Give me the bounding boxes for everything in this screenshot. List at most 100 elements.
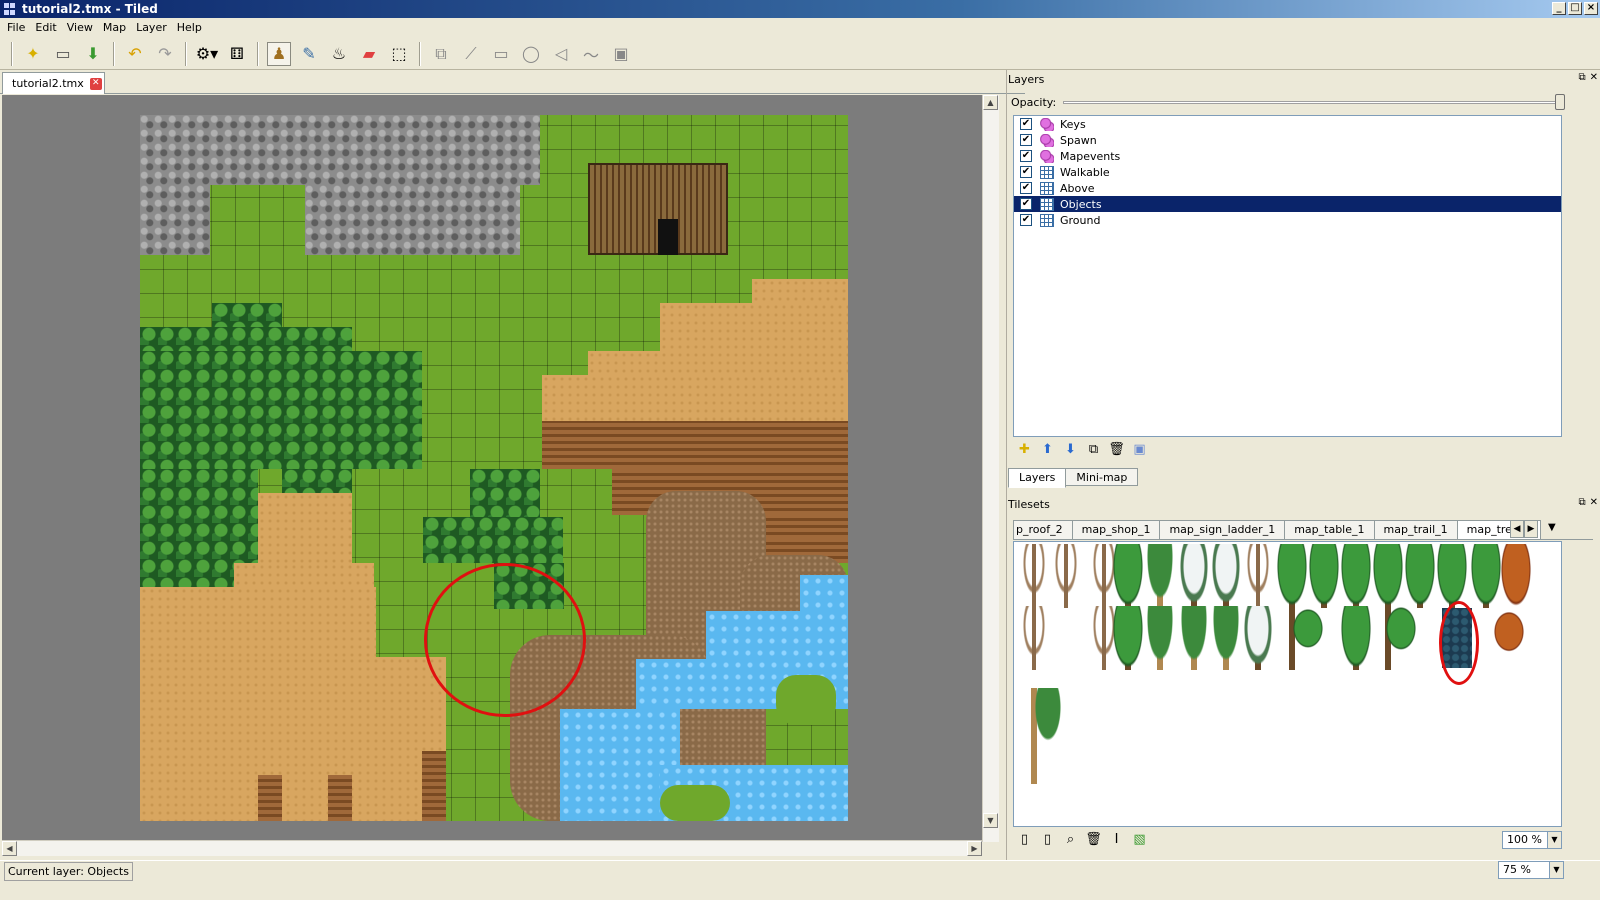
insert-rectangle-icon[interactable]: ▭	[489, 42, 513, 66]
layer-row-walkable[interactable]: ✔ Walkable	[1014, 164, 1561, 180]
new-file-icon[interactable]: ✦	[21, 42, 45, 66]
scroll-left-icon[interactable]: ◀	[2, 841, 17, 856]
tile[interactable]	[1242, 544, 1274, 608]
eraser-icon[interactable]: ▰	[357, 42, 381, 66]
maximize-button[interactable]: □	[1568, 2, 1582, 15]
visibility-checkbox[interactable]: ✔	[1020, 214, 1032, 226]
tab-mini-map[interactable]: Mini-map	[1065, 468, 1139, 486]
bucket-fill-icon[interactable]: ♨	[327, 42, 351, 66]
select-objects-icon[interactable]: ⧉	[429, 42, 453, 66]
tileset-tab[interactable]: map_shop_1	[1071, 520, 1161, 539]
tile[interactable]	[1178, 606, 1210, 670]
tile[interactable]	[1210, 544, 1242, 608]
insert-polyline-icon[interactable]: 〜	[579, 42, 603, 66]
layer-row-above[interactable]: ✔ Above	[1014, 180, 1561, 196]
tileset-properties-icon[interactable]: ⌕	[1061, 830, 1080, 849]
layer-row-keys[interactable]: ✔ Keys	[1014, 116, 1561, 132]
scroll-up-icon[interactable]: ▲	[983, 95, 998, 110]
tile[interactable]	[1112, 544, 1144, 608]
chevron-down-icon[interactable]: ▼	[1549, 862, 1563, 878]
scroll-right-icon[interactable]: ▶	[967, 841, 982, 856]
tile[interactable]	[1018, 606, 1050, 670]
random-dice-icon[interactable]: ⚅	[225, 42, 249, 66]
layer-row-mapevents[interactable]: ✔ Mapevents	[1014, 148, 1561, 164]
redo-icon[interactable]: ↷	[153, 42, 177, 66]
visibility-checkbox[interactable]: ✔	[1020, 134, 1032, 146]
delete-layer-icon[interactable]: 🗑	[1107, 440, 1126, 459]
tile[interactable]	[1178, 544, 1210, 608]
tileset-tab[interactable]: map_table_1	[1284, 520, 1375, 539]
tile[interactable]	[1018, 544, 1050, 608]
show-hide-others-icon[interactable]: ▣	[1130, 440, 1149, 459]
layer-row-spawn[interactable]: ✔ Spawn	[1014, 132, 1561, 148]
tile[interactable]	[1050, 544, 1082, 608]
open-file-icon[interactable]: ▭	[51, 42, 75, 66]
tile[interactable]	[1144, 544, 1176, 608]
menu-edit[interactable]: Edit	[30, 21, 61, 34]
chevron-down-icon[interactable]: ▼	[1547, 832, 1561, 848]
close-tab-icon[interactable]: ✕	[89, 77, 102, 90]
insert-ellipse-icon[interactable]: ◯	[519, 42, 543, 66]
close-panel-icon[interactable]: ✕	[1590, 72, 1598, 83]
undock-icon[interactable]: ⧉	[1578, 72, 1585, 83]
tile[interactable]	[1018, 688, 1078, 784]
map-viewport[interactable]	[2, 95, 986, 842]
menu-view[interactable]: View	[62, 21, 98, 34]
save-file-icon[interactable]: ⬇	[81, 42, 105, 66]
stamp-brush-icon[interactable]: ♟	[267, 41, 291, 66]
menu-file[interactable]: File	[2, 21, 30, 34]
lower-layer-icon[interactable]: ⬇	[1061, 440, 1080, 459]
menu-map[interactable]: Map	[98, 21, 131, 34]
document-tab[interactable]: tutorial2.tmx ✕	[2, 72, 105, 94]
tile[interactable]	[1470, 544, 1502, 608]
minimize-button[interactable]: _	[1552, 2, 1566, 15]
command-icon[interactable]: ⚙▾	[195, 42, 219, 66]
layer-row-objects[interactable]: ✔ Objects	[1014, 196, 1561, 212]
vertical-scrollbar[interactable]: ▲ ▼	[982, 95, 999, 842]
visibility-checkbox[interactable]: ✔	[1020, 150, 1032, 162]
undo-icon[interactable]: ↶	[123, 42, 147, 66]
import-tileset-icon[interactable]: ▯	[1038, 830, 1057, 849]
close-panel-icon[interactable]: ✕	[1590, 497, 1598, 508]
layers-list[interactable]: ✔ Keys ✔ Spawn ✔ Mapevents ✔ Walkable ✔ Above…	[1013, 115, 1562, 437]
terrain-brush-icon[interactable]: ✎	[297, 42, 321, 66]
new-tileset-icon[interactable]: ▯	[1015, 830, 1034, 849]
tile[interactable]	[1372, 606, 1430, 670]
menu-help[interactable]: Help	[172, 21, 207, 34]
tile[interactable]	[1276, 606, 1340, 670]
edit-terrain-icon[interactable]: ▧	[1130, 830, 1149, 849]
close-window-button[interactable]: ×	[1584, 2, 1598, 15]
tile[interactable]	[1242, 606, 1274, 670]
tab-scroll-right-icon[interactable]: ▶	[1524, 520, 1538, 538]
tileset-menu-icon[interactable]: ▼	[1548, 522, 1556, 533]
map-zoom-select[interactable]: 75 % ▼	[1498, 861, 1564, 879]
tile[interactable]	[1500, 544, 1532, 608]
tile[interactable]	[1372, 544, 1404, 608]
tile[interactable]	[1210, 606, 1242, 670]
tab-scroll-left-icon[interactable]: ◀	[1510, 520, 1524, 538]
tile[interactable]	[1480, 606, 1538, 670]
duplicate-layer-icon[interactable]: ⧉	[1084, 440, 1103, 459]
tile[interactable]	[1112, 606, 1144, 670]
delete-tileset-icon[interactable]: 🗑	[1084, 830, 1103, 849]
visibility-checkbox[interactable]: ✔	[1020, 166, 1032, 178]
undock-icon[interactable]: ⧉	[1578, 497, 1585, 508]
tileset-zoom-select[interactable]: 100 % ▼	[1502, 831, 1562, 849]
opacity-slider[interactable]	[1063, 101, 1561, 104]
tile[interactable]	[1276, 544, 1308, 608]
tile[interactable]	[1308, 544, 1340, 608]
horizontal-scrollbar[interactable]: ◀ ▶	[2, 840, 982, 856]
opacity-slider-handle[interactable]	[1555, 94, 1565, 110]
tileset-view[interactable]	[1013, 541, 1562, 827]
add-layer-icon[interactable]: ✚	[1015, 440, 1034, 459]
tileset-tab[interactable]: map_sign_ladder_1	[1159, 520, 1286, 539]
insert-polygon-icon[interactable]: ◁	[549, 42, 573, 66]
tile[interactable]	[1340, 606, 1372, 670]
raise-layer-icon[interactable]: ⬆	[1038, 440, 1057, 459]
tile[interactable]	[1404, 544, 1436, 608]
tile[interactable]	[1144, 606, 1176, 670]
visibility-checkbox[interactable]: ✔	[1020, 198, 1032, 210]
scroll-down-icon[interactable]: ▼	[983, 813, 998, 828]
visibility-checkbox[interactable]: ✔	[1020, 118, 1032, 130]
tile[interactable]	[1436, 544, 1468, 608]
